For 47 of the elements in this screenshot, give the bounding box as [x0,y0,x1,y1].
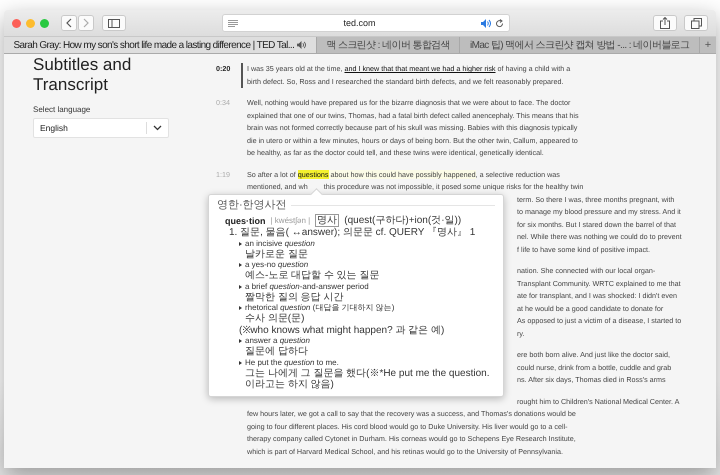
chevron-down-icon [153,125,162,131]
browser-tab[interactable]: iMac 팁) 맥에서 스크린샷 캡쳐 방법 -... : 네이버블로그 [460,37,700,53]
address-bar[interactable]: ted.com [222,14,510,32]
chevron-right-icon [83,18,89,28]
reader-icon [228,20,238,26]
sidebar-icon [108,18,120,28]
triangle-bullet-icon [239,263,242,267]
part-of-speech-tag: 명사 [315,214,340,227]
example-phrase: He put the question to me. [245,358,339,368]
language-label: Select language [33,105,92,114]
example-translation: 질문에 답하다 [244,346,309,358]
tabs-icon [690,18,702,28]
section-title: Subtitles and Transcript [33,55,132,95]
browser-tab[interactable]: Sarah Gray: How my son's short life made a lasting difference | TED Tal... [4,37,317,53]
etymology: (quest(구하다)+ion(것·일)) [344,214,462,226]
example-phrase: a brief question-and-answer period [245,282,369,292]
example-phrase: rhetorical question (대답을 기대하지 않는) [245,303,394,313]
tabs-button[interactable] [684,15,708,31]
definition: 1. 질문, 물음( ↔answer); 의문문 cf. QUERY 『명사』 1 [228,227,476,238]
share-icon [660,17,670,29]
example-phrase: a yes-no question [245,260,308,270]
share-button[interactable] [653,15,677,31]
triangle-bullet-icon [239,360,242,364]
chevron-left-icon [66,18,72,28]
triangle-bullet-icon [239,339,242,343]
back-button[interactable] [61,15,77,31]
example-note: (※who knows what might happen? 과 같은 예) [239,324,446,336]
speaker-icon [481,18,491,28]
example-translation: 그는 나에게 그 질문을 했다(※*He put me the question. 이라고는 하지 않음) [244,368,491,390]
new-tab-button[interactable]: + [700,37,716,53]
browser-tab[interactable]: 맥 스크린샷 : 네이버 통합검색 [316,37,460,53]
triangle-bullet-icon [239,242,242,246]
triangle-bullet-icon [239,284,242,288]
sidebar-button[interactable] [102,15,126,31]
example-translation: 예스-노로 대답할 수 있는 질문 [244,270,380,282]
example-phrase: an incisive question [245,238,315,248]
headword: ques·tion [225,214,266,226]
example-translation: 짤막한 질의 응답 시간 [244,292,344,303]
dictionary-title: 영한·한영사전 [217,199,287,212]
example-translation: 수사 의문(문) [244,313,306,324]
example-phrase: answer a question [245,336,310,346]
language-select[interactable]: English [33,118,169,138]
pronunciation: | kwéstʃən | [270,214,310,226]
triangle-bullet-icon [239,306,242,310]
reload-icon [495,18,504,28]
speaker-icon [297,41,306,49]
example-translation: 날카로운 질문 [244,248,309,260]
